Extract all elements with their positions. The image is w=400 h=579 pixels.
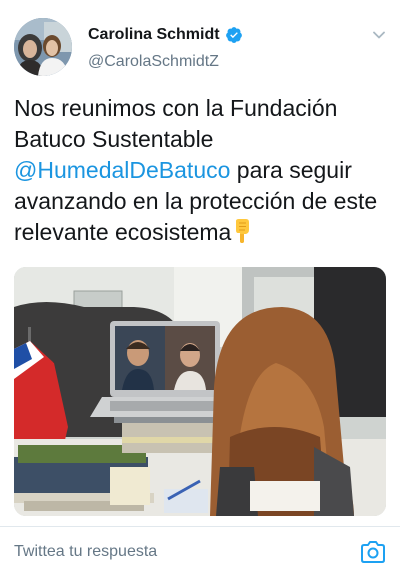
camera-icon[interactable]: [360, 540, 386, 564]
mention-link[interactable]: @HumedalDeBatuco: [14, 157, 230, 183]
tweet-header: Carolina Schmidt @CarolaSchmidtZ: [14, 18, 386, 78]
photo-video-call-meeting: [14, 267, 386, 516]
tweet-text-part1: Nos reunimos con la Fundación Batuco Sus…: [14, 95, 338, 152]
avatar[interactable]: [14, 18, 72, 76]
reply-input[interactable]: [14, 537, 344, 567]
reply-bar: [0, 527, 400, 579]
chevron-down-icon[interactable]: [372, 28, 386, 42]
tweet-text: Nos reunimos con la Fundación Batuco Sus…: [14, 93, 386, 248]
author-name-row[interactable]: Carolina Schmidt: [88, 26, 243, 44]
verified-badge-icon: [225, 27, 242, 43]
avatar-photo: [14, 18, 72, 76]
author-handle[interactable]: @CarolaSchmidtZ: [88, 53, 219, 71]
pointing-down-emoji-icon: [236, 219, 250, 243]
tweet-card: Carolina Schmidt @CarolaSchmidtZ Nos reu…: [0, 0, 400, 527]
tweet-photo[interactable]: [14, 267, 386, 516]
author-display-name[interactable]: Carolina Schmidt: [88, 26, 220, 44]
